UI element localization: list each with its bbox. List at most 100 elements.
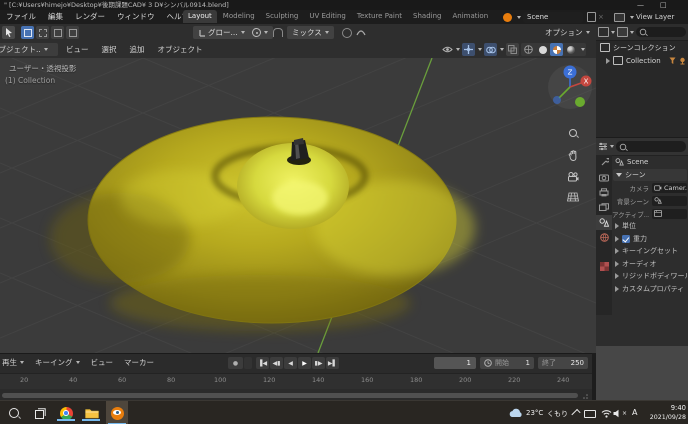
- menu-marker[interactable]: マーカー: [124, 357, 154, 368]
- outliner-filter-icon[interactable]: [617, 27, 628, 37]
- tab-texture[interactable]: [596, 259, 612, 274]
- pivot-point-dropdown[interactable]: [247, 26, 273, 39]
- viewport-3d[interactable]: ユーザー・透視投影 (1) Collection Z X: [0, 58, 596, 353]
- menu-file[interactable]: ファイル: [4, 10, 38, 23]
- current-frame-field[interactable]: 1: [434, 357, 476, 369]
- workspace-tab-rendering[interactable]: Rendering: [494, 10, 499, 23]
- jump-to-end-button[interactable]: ▶▌: [326, 357, 339, 369]
- shading-solid-button[interactable]: [536, 43, 549, 56]
- section-custom-properties[interactable]: カスタムプロパティ: [612, 283, 688, 296]
- resize-handle[interactable]: [582, 393, 588, 399]
- tab-output[interactable]: [596, 185, 612, 200]
- workspace-tab-sculpting[interactable]: Sculpting: [261, 10, 304, 23]
- menu-select[interactable]: 選択: [102, 44, 117, 55]
- viewport-pan-button[interactable]: [566, 148, 580, 162]
- minimize-button[interactable]: —: [637, 0, 644, 10]
- ime-indicator[interactable]: A: [632, 408, 637, 417]
- tab-scene[interactable]: [596, 215, 612, 230]
- shading-wireframe-button[interactable]: [522, 43, 535, 56]
- menu-window[interactable]: ウィンドウ: [115, 10, 157, 23]
- navigation-gizmo[interactable]: Z X: [546, 62, 594, 110]
- section-rigid-body-world[interactable]: リジッドボディワール...: [612, 270, 688, 283]
- play-reverse-button[interactable]: ◀: [284, 357, 297, 369]
- shading-material-button[interactable]: [550, 43, 563, 56]
- chevron-down-icon[interactable]: [581, 48, 585, 51]
- taskbar-clock[interactable]: 9:40 2021/09/28: [642, 404, 686, 422]
- background-scene-field[interactable]: [652, 196, 687, 206]
- next-keyframe-button[interactable]: ▮▶: [312, 357, 325, 369]
- chevron-down-icon[interactable]: [630, 31, 634, 34]
- workspace-tab-animation[interactable]: Animation: [447, 10, 493, 23]
- transform-orientation-dropdown[interactable]: グロー...: [193, 26, 250, 39]
- tab-render[interactable]: [596, 170, 612, 185]
- volume-muted-icon[interactable]: ×: [612, 405, 628, 421]
- prev-keyframe-button[interactable]: ◀▮: [270, 357, 283, 369]
- taskbar-weather[interactable]: くもり: [547, 409, 568, 419]
- outliner-row-collection[interactable]: Collection: [596, 54, 688, 67]
- start-frame-field[interactable]: 開始 1: [480, 357, 534, 369]
- section-keying-sets[interactable]: キーイングセット: [612, 245, 688, 258]
- tab-tool[interactable]: [596, 155, 612, 170]
- record-options-button[interactable]: [244, 357, 252, 369]
- chevron-down-icon[interactable]: [630, 16, 634, 19]
- chevron-down-icon[interactable]: [517, 16, 521, 19]
- properties-search-input[interactable]: [616, 141, 686, 152]
- outliner-display-mode-icon[interactable]: [598, 27, 609, 37]
- timeline-scrollbar[interactable]: [2, 393, 578, 398]
- select-mode-vertex-button[interactable]: [21, 26, 34, 39]
- filter-funnel-icon[interactable]: [669, 57, 676, 65]
- taskbar-explorer-button[interactable]: [84, 405, 100, 421]
- task-view-button[interactable]: [32, 405, 48, 421]
- menu-edit[interactable]: 編集: [46, 10, 65, 23]
- workspace-tab-shading[interactable]: Shading: [408, 10, 446, 23]
- section-gravity[interactable]: 重力: [612, 233, 688, 246]
- tab-view-layer[interactable]: [596, 200, 612, 215]
- menu-add[interactable]: 追加: [130, 44, 145, 55]
- options-dropdown[interactable]: オプション: [545, 26, 590, 39]
- viewport-perspective-button[interactable]: [566, 190, 580, 204]
- section-units[interactable]: 単位: [612, 220, 688, 233]
- properties-editor-icon[interactable]: [598, 142, 608, 151]
- cymbal-model[interactable]: [50, 117, 475, 331]
- expand-icon[interactable]: [606, 58, 610, 64]
- neg-z-axis-handle[interactable]: [553, 96, 561, 104]
- taskbar-temperature[interactable]: 23°C: [526, 409, 543, 417]
- weather-cloud-icon[interactable]: [508, 405, 524, 421]
- cursor-select-icon[interactable]: [679, 57, 686, 65]
- battery-icon[interactable]: [584, 410, 596, 418]
- viewport-camera-button[interactable]: [566, 170, 580, 184]
- taskbar-chrome-button[interactable]: [58, 405, 74, 421]
- view-layer-selector[interactable]: View Layer: [636, 13, 674, 21]
- chevron-down-icon[interactable]: [611, 31, 615, 34]
- record-button[interactable]: ●: [228, 357, 243, 369]
- snap-magnet-icon[interactable]: [273, 28, 283, 37]
- workspace-tab-layout[interactable]: Layout: [183, 10, 217, 23]
- menu-playback[interactable]: 再生: [2, 357, 24, 368]
- gravity-checkbox[interactable]: [622, 235, 630, 243]
- object-visibility-dropdown[interactable]: [442, 45, 460, 54]
- workspace-tab-modeling[interactable]: Modeling: [218, 10, 260, 23]
- scene-selector[interactable]: Scene: [523, 12, 583, 23]
- snap-mode-dropdown[interactable]: ミックス: [287, 26, 334, 39]
- mode-selector-dropdown[interactable]: オブジェクト..: [0, 43, 58, 56]
- chevron-down-icon[interactable]: [610, 145, 614, 148]
- xray-toggle-button[interactable]: [506, 43, 519, 56]
- proportional-editing-icon[interactable]: [342, 28, 352, 38]
- outliner-row-scene-collection[interactable]: シーンコレクション: [596, 41, 688, 54]
- y-axis-handle[interactable]: [575, 97, 585, 107]
- falloff-curve-icon[interactable]: [356, 29, 366, 36]
- overlays-toggle-dropdown[interactable]: [484, 43, 504, 56]
- play-button[interactable]: ▶: [298, 357, 311, 369]
- gizmos-toggle-dropdown[interactable]: [462, 43, 482, 56]
- taskbar-search-button[interactable]: [6, 405, 22, 421]
- unlink-scene-icon[interactable]: ×: [598, 13, 604, 21]
- menu-timeline-view[interactable]: ビュー: [91, 357, 114, 368]
- workspace-tab-texture-paint[interactable]: Texture Paint: [352, 10, 407, 23]
- tab-world[interactable]: [596, 230, 612, 245]
- viewport-zoom-button[interactable]: [566, 126, 580, 140]
- new-scene-icon[interactable]: [587, 12, 596, 22]
- outliner-search-input[interactable]: [636, 27, 686, 37]
- menu-view[interactable]: ビュー: [66, 44, 89, 55]
- jump-to-start-button[interactable]: ▐◀: [256, 357, 269, 369]
- workspace-tab-uv-editing[interactable]: UV Editing: [304, 10, 351, 23]
